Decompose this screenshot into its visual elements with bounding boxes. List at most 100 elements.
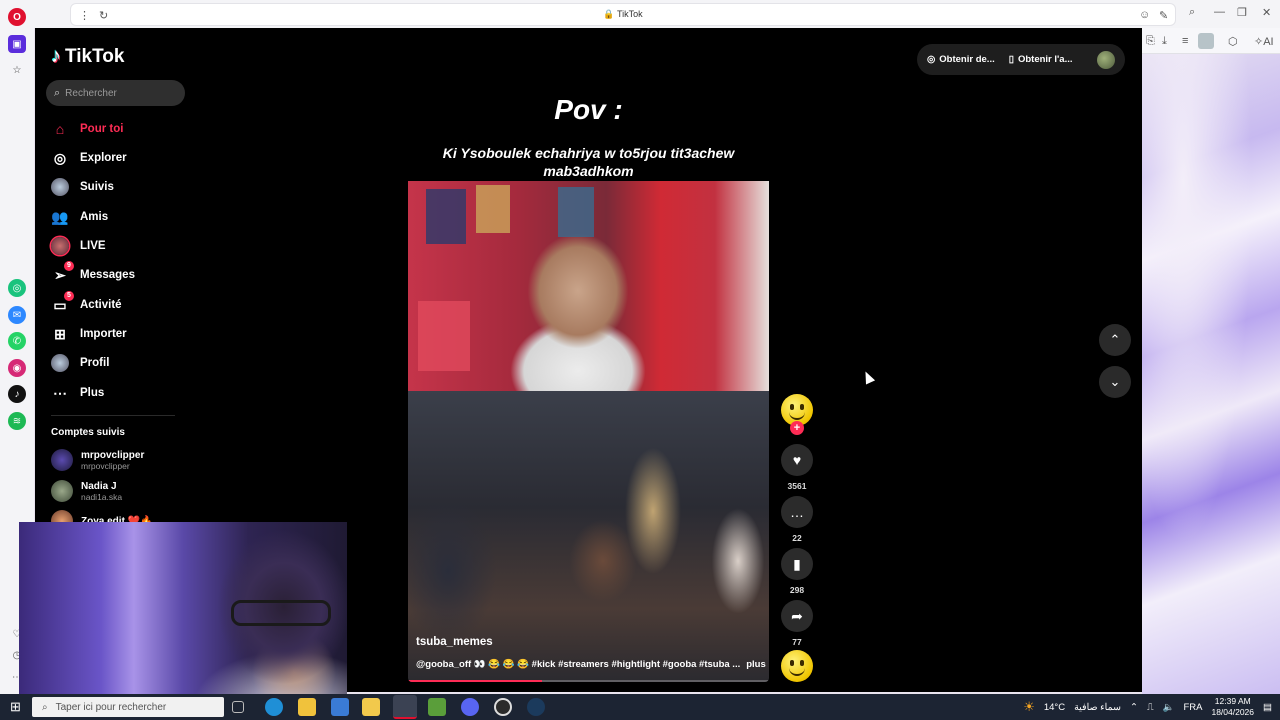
previous-video-button[interactable]: ⌃ (1099, 324, 1131, 356)
nav-label: Plus (80, 387, 105, 399)
obs-icon[interactable] (494, 698, 512, 716)
file-explorer-icon[interactable] (298, 698, 316, 716)
nav-label: Amis (80, 211, 109, 223)
nav-label: Activité (80, 299, 122, 311)
header-actions: ◎ Obtenir de... ▯ Obtenir l'a... (917, 44, 1125, 75)
language-indicator[interactable]: FRA (1183, 702, 1202, 713)
cube-icon[interactable]: ⬡ (1228, 35, 1238, 48)
nav-item-4[interactable]: 👥 Amis (51, 206, 108, 228)
video-player[interactable]: Pov : Ki Ysoboulek echahriya w to5rjou t… (408, 86, 769, 682)
heart-icon: ♥ (781, 444, 813, 476)
whatsapp-icon[interactable]: ✆ (8, 332, 26, 350)
pin-icon[interactable]: ✎ (1159, 9, 1168, 22)
maximize-icon[interactable]: ❐ (1237, 6, 1247, 19)
like-action[interactable]: ♥ 3561 (779, 444, 815, 491)
video-progress[interactable] (408, 680, 769, 682)
extensions-icon[interactable]: ⎘ (1146, 35, 1155, 48)
task-view-icon[interactable] (232, 701, 244, 713)
extensions-toolbar: ⎘ ⤓ ≡ ⬡ ✧AI (1142, 28, 1280, 54)
tab-title: TikTok (616, 9, 643, 19)
share-action[interactable]: ➦ 77 (779, 600, 815, 647)
followed-account[interactable]: Nadia Jnadi1a.ska (51, 480, 122, 502)
windows-start-icon[interactable]: ⊞ (10, 699, 21, 715)
emoji-icon[interactable]: ☺ (1139, 9, 1150, 21)
video-author[interactable]: tsuba_memes (416, 636, 493, 648)
nav-item-2[interactable]: ◎ Explorer (51, 147, 127, 169)
nav-item-6[interactable]: ➢ 9 Messages (51, 261, 135, 286)
music-disc-icon (781, 650, 813, 682)
save-count: 298 (789, 585, 805, 595)
nav-item-1[interactable]: ⌂ Pour toi (51, 118, 124, 140)
nav-label: Messages (80, 269, 135, 281)
aria-ai-icon[interactable]: ✧AI (1254, 35, 1274, 48)
close-window-icon[interactable]: ✕ (1262, 6, 1271, 19)
opera-logo-icon[interactable]: O (8, 8, 26, 26)
clock[interactable]: 12:39 AM 18/04/2026 (1211, 696, 1254, 718)
nav-item-9[interactable]: Profil (51, 352, 109, 374)
nav-item-5[interactable]: LIVE (51, 235, 106, 257)
weather-text: سماء صافية (1074, 701, 1121, 713)
list-icon[interactable]: ≡ (1182, 35, 1188, 47)
nav-label: Pour toi (80, 123, 124, 135)
pinboard-icon[interactable]: ☆ (8, 61, 26, 79)
address-bar[interactable]: ⋮ ↻ 🔒 TikTok ☺ ✎ (70, 3, 1176, 26)
volume-icon[interactable]: 🔈 (1163, 702, 1175, 713)
download-icon[interactable]: ⤓ (1162, 35, 1167, 48)
instagram-icon[interactable]: ◉ (8, 359, 26, 377)
notification-badge: 5 (64, 291, 74, 301)
taskbar-search-icon: ⌕ (42, 701, 48, 713)
search-input[interactable] (65, 87, 176, 99)
comment-action[interactable]: … 22 (779, 496, 815, 543)
chatgpt-icon[interactable]: ◎ (8, 279, 26, 297)
opera-taskbar-icon[interactable] (393, 695, 417, 719)
profile-picture-icon[interactable] (1198, 33, 1214, 49)
nav-label: Explorer (80, 152, 127, 164)
messenger-icon[interactable]: ✉ (8, 306, 26, 324)
search-box[interactable]: ⌕ (46, 80, 185, 106)
account-text: Nadia Jnadi1a.ska (81, 481, 122, 502)
avatar (51, 480, 73, 502)
windows-taskbar: ⊞ ⌕ Taper ici pour rechercher ☀ 14°C سما… (0, 694, 1280, 720)
edge-icon[interactable] (265, 698, 283, 716)
author-avatar-button[interactable]: + (779, 394, 815, 435)
user-avatar[interactable] (1097, 50, 1115, 69)
clock-time: 12:39 AM (1214, 696, 1251, 706)
nav-label: Importer (80, 328, 127, 340)
live-icon (51, 237, 69, 255)
minecraft-icon[interactable] (428, 698, 446, 716)
sidebar-divider (51, 415, 175, 416)
music-disc-button[interactable] (779, 650, 815, 682)
discord-icon[interactable] (461, 698, 479, 716)
like-count: 3561 (787, 481, 807, 491)
get-coins-button[interactable]: ◎ Obtenir de... (927, 54, 995, 65)
spotify-icon[interactable]: ≋ (8, 412, 26, 430)
avatar (51, 449, 73, 471)
followed-account[interactable]: mrpovclipper mrpovclipper (51, 449, 144, 471)
taskbar-search-box[interactable]: ⌕ Taper ici pour rechercher (32, 697, 224, 717)
nav-item-3[interactable]: Suivis (51, 176, 114, 198)
comment-count: 22 (792, 533, 802, 543)
minimize-icon[interactable]: — (1214, 6, 1225, 18)
workspaces-icon[interactable]: ▣ (8, 35, 26, 53)
get-app-button[interactable]: ▯ Obtenir l'a... (1009, 54, 1073, 65)
nav-item-8[interactable]: ⊞ Importer (51, 323, 127, 345)
more-button[interactable]: plus (746, 659, 766, 670)
calendar-app-icon[interactable] (362, 698, 380, 716)
notifications-icon[interactable]: ▤ (1263, 702, 1272, 713)
store-icon[interactable] (331, 698, 349, 716)
steam-icon[interactable] (527, 698, 545, 716)
next-video-button[interactable]: ⌄ (1099, 366, 1131, 398)
save-action[interactable]: ▮ 298 (779, 548, 815, 595)
search-tabs-icon[interactable]: ⌕ (1189, 6, 1195, 19)
messages-icon: ➢ 9 (51, 261, 74, 284)
phone-icon: ▯ (1008, 54, 1014, 65)
network-icon[interactable]: ⎍ (1147, 702, 1154, 713)
tiktok-logo[interactable]: ♪ TikTok (51, 45, 124, 68)
nav-item-7[interactable]: ▭ 5 Activité (51, 291, 122, 316)
follow-plus-icon[interactable]: + (790, 421, 804, 435)
tiktok-wordmark: TikTok (65, 45, 125, 67)
tiktok-rail-icon[interactable]: ♪ (8, 385, 26, 403)
nav-item-10[interactable]: ⋯ Plus (51, 382, 104, 404)
more-icon: ⋯ (53, 384, 67, 401)
tray-chevron-icon[interactable]: ⌃ (1130, 702, 1138, 713)
